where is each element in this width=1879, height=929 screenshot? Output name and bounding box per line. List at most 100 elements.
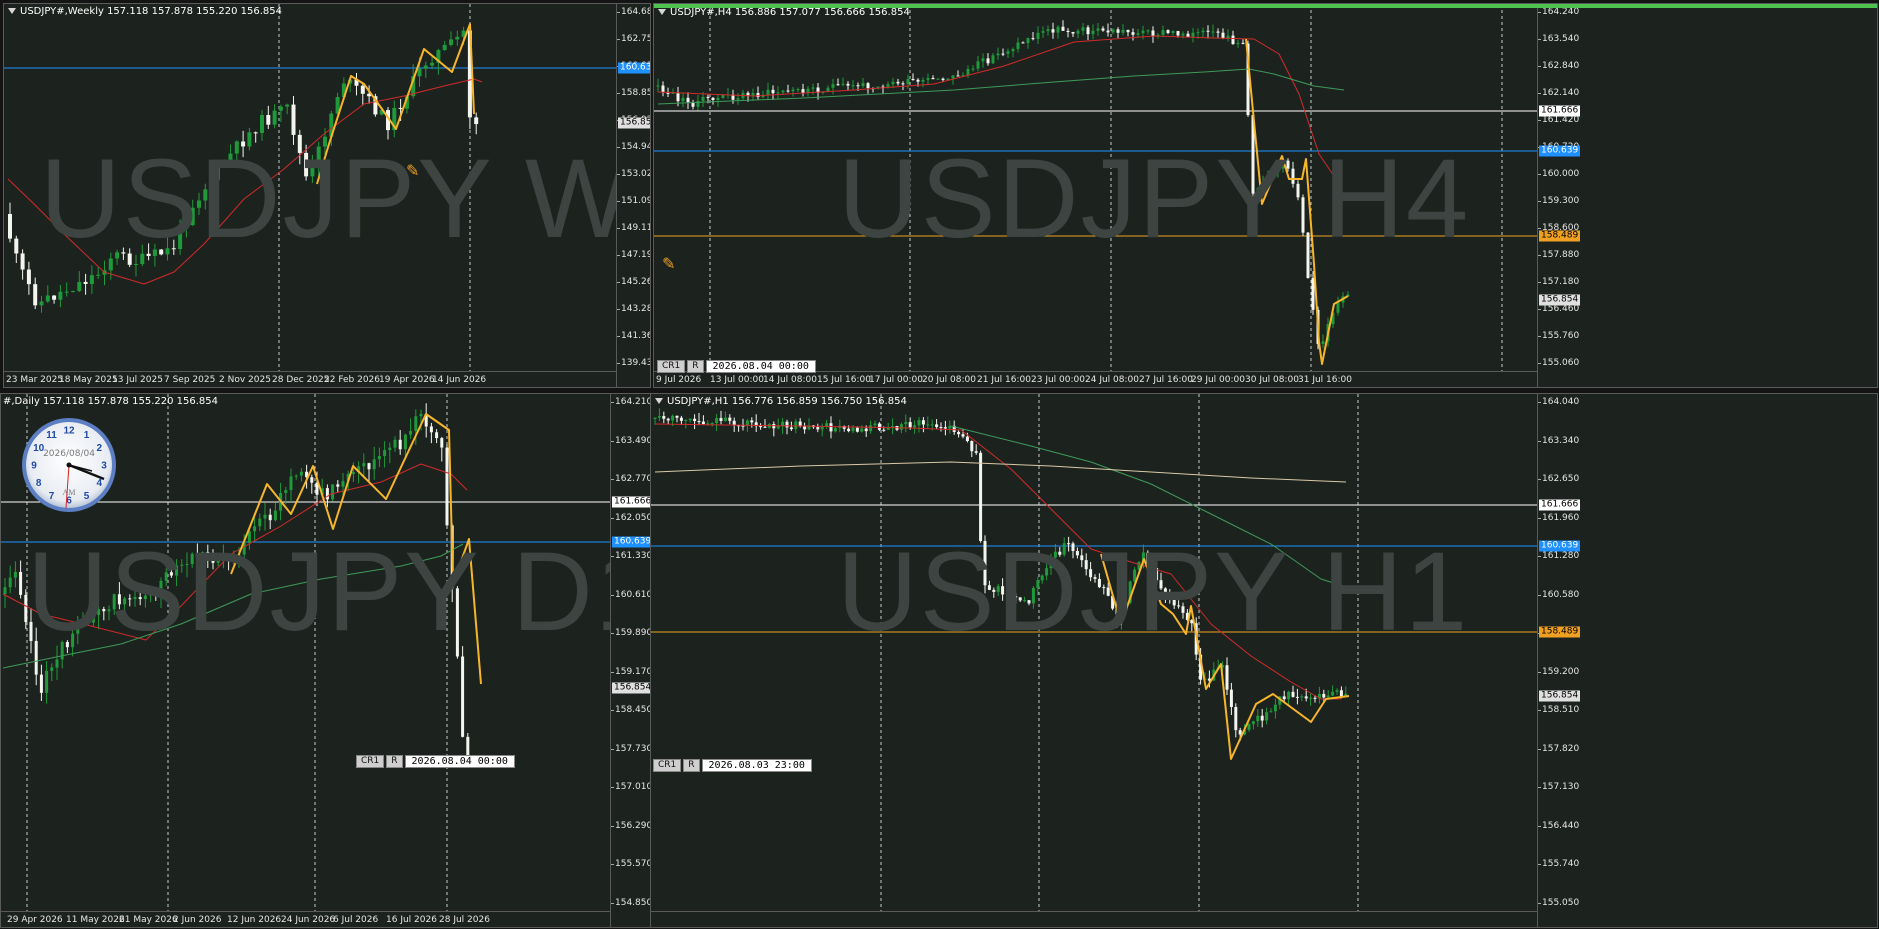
bear-candle bbox=[956, 75, 960, 77]
bear-candle bbox=[1304, 696, 1308, 699]
bull-candle bbox=[362, 463, 366, 467]
drawing-tool-icon[interactable]: ✎ bbox=[662, 254, 675, 273]
time-tick-label: 16 Jul 2026 bbox=[386, 915, 437, 925]
bull-candle bbox=[996, 586, 1000, 592]
clock-widget[interactable]: 12 1 2 3 4 5 6 7 8 9 10 11 2026/08/04 AM bbox=[20, 416, 118, 514]
bear-candle bbox=[896, 81, 900, 84]
time-axis-h4[interactable]: 9 Jul 2026 13 Jul 00:00 14 Jul 08:00 15 Jul… bbox=[654, 371, 1537, 387]
bear-candle bbox=[693, 418, 697, 422]
r-button[interactable]: R bbox=[683, 759, 700, 772]
bull-candle bbox=[776, 426, 780, 429]
bear-candle bbox=[979, 452, 983, 541]
bear-candle bbox=[1159, 580, 1163, 589]
moving-average-slow bbox=[2, 543, 464, 669]
bear-candle bbox=[1282, 696, 1286, 700]
bull-candle bbox=[776, 92, 780, 94]
time-axis-weekly[interactable]: 23 Mar 2025 18 May 2025 13 Jul 2025 7 Sep 2… bbox=[4, 371, 616, 387]
bull-candle bbox=[1026, 38, 1030, 44]
bear-candle bbox=[829, 423, 833, 432]
price-axis-h1[interactable]: 164.040 163.340 162.650 161.960 161.280 160.5… bbox=[1537, 394, 1877, 927]
bear-candle bbox=[741, 425, 745, 427]
bull-candle bbox=[442, 44, 447, 51]
zigzag-line bbox=[230, 413, 482, 685]
dropdown-triangle-icon[interactable] bbox=[8, 8, 16, 14]
bull-candle bbox=[294, 475, 298, 477]
header-text: USDJPY#,H4 156.886 157.077 156.666 156.8… bbox=[670, 7, 910, 18]
bear-candle bbox=[1306, 232, 1310, 279]
bull-candle bbox=[653, 417, 657, 419]
chart-panel-weekly[interactable]: USDJPY W1 USDJPY#,Weekly 157.118 157.878… bbox=[3, 3, 651, 388]
bear-candle bbox=[882, 429, 886, 431]
time-axis-daily[interactable]: 29 Apr 2026 11 May 2026 21 May 2026 2 Jun 2… bbox=[1, 911, 610, 927]
bull-candle bbox=[383, 450, 387, 457]
clock-number: 5 bbox=[84, 491, 90, 502]
bull-candle bbox=[1053, 551, 1057, 558]
time-tick-label: 9 Jul 2026 bbox=[656, 375, 702, 385]
chart-header-h4: USDJPY#,H4 156.886 157.077 156.666 156.8… bbox=[658, 7, 910, 18]
clock-number: 8 bbox=[36, 478, 42, 489]
bull-candle bbox=[419, 413, 423, 417]
bear-candle bbox=[759, 426, 763, 428]
bull-candle bbox=[701, 96, 705, 101]
cr1-button[interactable]: CR1 bbox=[356, 755, 385, 768]
bull-candle bbox=[1161, 30, 1165, 35]
dropdown-triangle-icon[interactable] bbox=[658, 9, 666, 15]
bear-candle bbox=[1151, 30, 1155, 37]
price-axis-daily[interactable]: 164.210 163.490 162.770 162.050 161.330 160.6… bbox=[610, 394, 651, 927]
bull-candle bbox=[96, 274, 101, 276]
bear-candle bbox=[836, 84, 840, 86]
clock-number: 2 bbox=[97, 443, 103, 454]
bull-candle bbox=[112, 594, 116, 610]
time-tick-label: 17 Jul 00:00 bbox=[869, 375, 923, 385]
clock-number: 1 bbox=[84, 430, 90, 441]
price-axis-weekly[interactable]: 164.680162.755160.830158.850156.925154.9… bbox=[616, 4, 650, 387]
bear-candle bbox=[266, 115, 271, 125]
bear-candle bbox=[1075, 551, 1079, 556]
bear-candle bbox=[706, 96, 710, 98]
bull-candle bbox=[721, 95, 725, 98]
bull-candle bbox=[930, 424, 934, 426]
bull-candle bbox=[1006, 51, 1010, 54]
bear-candle bbox=[1106, 587, 1110, 596]
r-button[interactable]: R bbox=[386, 755, 403, 768]
bear-candle bbox=[336, 484, 340, 487]
r-button[interactable]: R bbox=[687, 360, 704, 373]
date-readout: 2026.08.04 00:00 bbox=[404, 755, 515, 768]
bear-candle bbox=[987, 585, 991, 590]
price-axis-h4[interactable]: 164.240163.540162.840162.140161.420160.7… bbox=[1537, 4, 1877, 387]
price-tick-label: 164.210 bbox=[610, 397, 651, 407]
bull-candle bbox=[232, 557, 236, 560]
time-tick-label: 21 Jul 16:00 bbox=[977, 375, 1031, 385]
bear-candle bbox=[26, 269, 31, 285]
cr1-button[interactable]: CR1 bbox=[657, 360, 686, 373]
time-tick-label: 13 Jul 2025 bbox=[112, 375, 163, 385]
bull-candle bbox=[273, 510, 277, 521]
bear-candle bbox=[253, 132, 258, 134]
bull-candle bbox=[417, 68, 422, 77]
cr1-button[interactable]: CR1 bbox=[653, 759, 682, 772]
drawing-tool-icon[interactable]: ✎ bbox=[406, 161, 419, 180]
price-tick-label: 158.450 bbox=[610, 705, 651, 716]
bull-candle bbox=[1005, 593, 1009, 595]
bear-candle bbox=[941, 78, 945, 81]
price-tick-label: 162.755 bbox=[616, 34, 650, 44]
bull-candle bbox=[996, 53, 1000, 56]
time-tick-label: 18 May 2025 bbox=[59, 375, 118, 385]
bear-candle bbox=[398, 439, 402, 450]
bear-candle bbox=[1093, 577, 1097, 579]
time-tick-label: 2 Nov 2025 bbox=[219, 375, 271, 385]
price-tick-label: 155.060 bbox=[1537, 358, 1580, 368]
chart-header-daily: #,Daily 157.118 157.878 155.220 156.854 bbox=[3, 396, 218, 407]
price-tick-label: 161.330 bbox=[610, 551, 651, 562]
chart-panel-h1[interactable]: USDJPY H1 USDJPY#,H1 156.776 156.859 156… bbox=[650, 393, 1878, 928]
bull-candle bbox=[1036, 580, 1040, 588]
bear-candle bbox=[675, 415, 679, 418]
bear-candle bbox=[1206, 30, 1210, 32]
bull-candle bbox=[203, 189, 208, 201]
chart-panel-h4[interactable]: USDJPY H4 USDJPY#,H4 156.886 157.077 156… bbox=[653, 3, 1878, 388]
weekly-plot-area[interactable] bbox=[4, 4, 616, 371]
bear-candle bbox=[1009, 593, 1013, 597]
bull-candle bbox=[149, 591, 153, 596]
dropdown-triangle-icon[interactable] bbox=[655, 398, 663, 404]
bull-candle bbox=[1023, 600, 1027, 602]
